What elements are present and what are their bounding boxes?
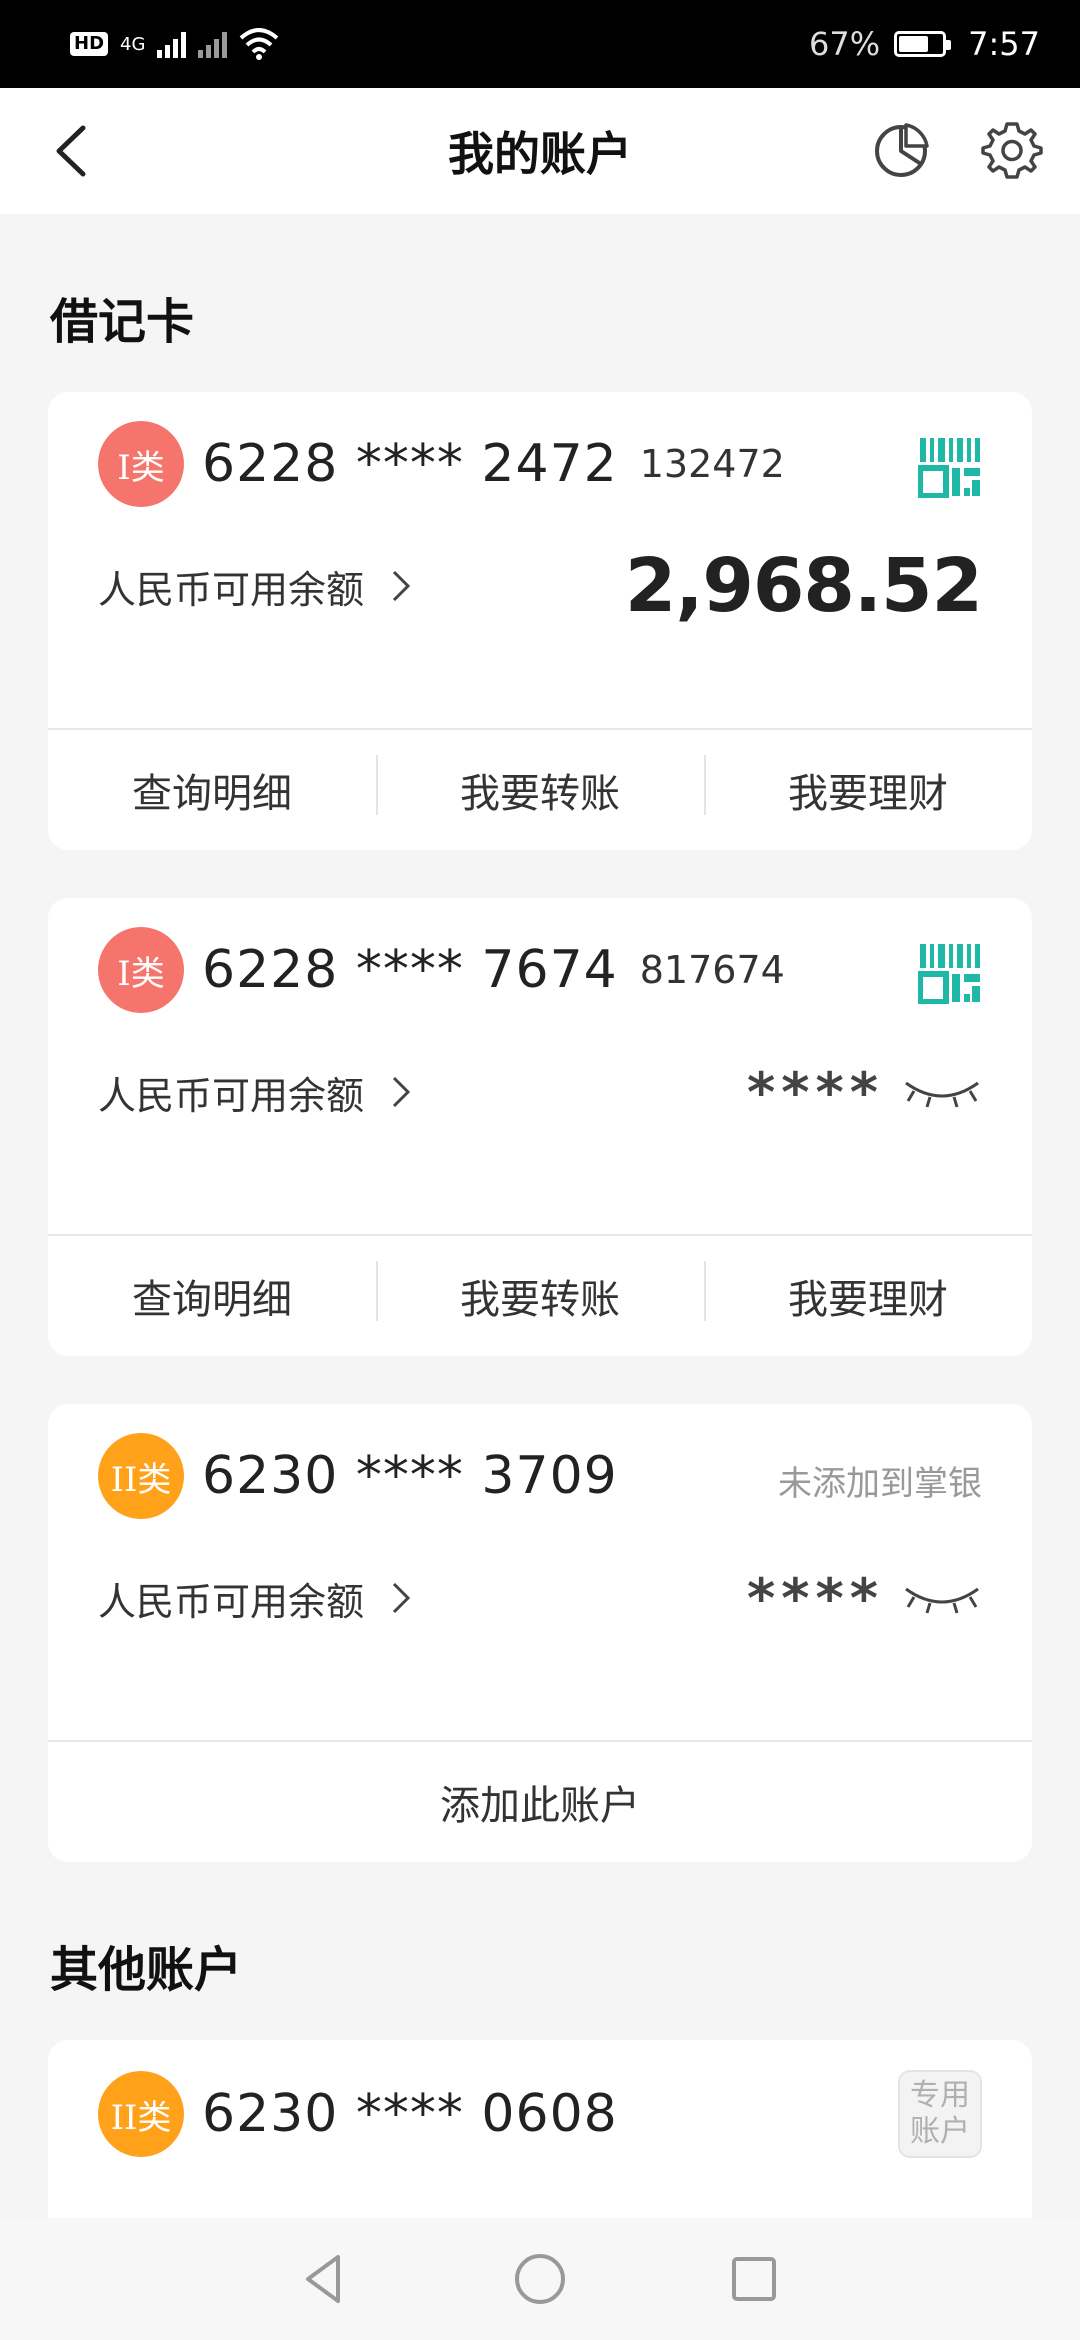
app-header: 我的账户 <box>0 88 1080 214</box>
chevron-right-icon <box>392 1076 411 1108</box>
balance-amount: 2,968.52 <box>624 543 983 629</box>
balance-label-link[interactable]: 人民币可用余额 <box>98 1571 416 1626</box>
recent-apps-square-icon[interactable] <box>722 2247 786 2311</box>
balance-label: 人民币可用余额 <box>98 1579 365 1624</box>
system-nav-bar <box>0 2218 1080 2340</box>
card-actions: 查询明细 我要转账 我要理财 <box>48 730 1032 850</box>
eye-closed-icon[interactable] <box>902 1581 982 1615</box>
signal-icon <box>157 30 187 58</box>
not-added-status: 未添加到掌银 <box>778 1464 982 1504</box>
card-number-suffix: 817674 <box>639 948 785 992</box>
clock: 7:57 <box>968 25 1040 63</box>
add-account-button[interactable]: 添加此账户 <box>48 1742 1032 1862</box>
back-button[interactable] <box>40 118 100 184</box>
tag-line: 账户 <box>910 2114 970 2149</box>
class-badge: II类 <box>98 1433 184 1519</box>
balance-label-link[interactable]: 人民币可用余额 <box>98 559 416 614</box>
home-circle-icon[interactable] <box>508 2247 572 2311</box>
wealth-management-button[interactable]: 我要理财 <box>704 1261 1032 1325</box>
card-number: 6228 **** 7674 <box>202 940 618 1000</box>
battery-percent: 67% <box>809 25 881 63</box>
class-badge: I类 <box>98 927 184 1013</box>
class-badge: I类 <box>98 421 184 507</box>
masked-balance: **** <box>747 1060 884 1124</box>
query-details-button[interactable]: 查询明细 <box>48 761 376 819</box>
battery-icon <box>894 31 952 57</box>
section-title-other: 其他账户 <box>50 1942 243 1998</box>
account-card[interactable]: I类 6228 **** 7674 817674 人民币可用余额 **** 查询… <box>48 898 1032 1356</box>
chevron-right-icon <box>392 1582 411 1614</box>
qr-code-icon[interactable] <box>918 436 982 498</box>
transfer-button[interactable]: 我要转账 <box>376 1261 704 1325</box>
section-title-debit: 借记卡 <box>50 294 195 350</box>
account-card[interactable]: II类 6230 **** 3709 未添加到掌银 人民币可用余额 **** 添… <box>48 1404 1032 1862</box>
card-number: 6230 **** 0608 <box>202 2084 618 2144</box>
class-badge: II类 <box>98 2071 184 2157</box>
transfer-button[interactable]: 我要转账 <box>376 755 704 819</box>
balance-label-link[interactable]: 人民币可用余额 <box>98 1065 416 1120</box>
status-bar: HD 4G 67% 7:57 <box>0 0 1080 88</box>
card-number-suffix: 132472 <box>639 442 785 486</box>
network-type: 4G <box>120 33 146 55</box>
hd-indicator: HD <box>70 32 109 56</box>
chevron-right-icon <box>392 570 411 602</box>
eye-closed-icon[interactable] <box>902 1075 982 1109</box>
page-title: 我的账户 <box>448 127 632 181</box>
card-number: 6230 **** 3709 <box>202 1446 618 1506</box>
masked-balance: **** <box>747 1566 884 1630</box>
account-card[interactable]: I类 6228 **** 2472 132472 人民币可用余额 2,968.5… <box>48 392 1032 850</box>
wealth-management-button[interactable]: 我要理财 <box>704 755 1032 819</box>
card-number: 6228 **** 2472 <box>202 434 618 494</box>
balance-label: 人民币可用余额 <box>98 1073 365 1118</box>
tag-line: 专用 <box>910 2078 970 2113</box>
special-account-tag: 专用 账户 <box>898 2070 982 2158</box>
balance-label: 人民币可用余额 <box>98 567 365 612</box>
card-actions: 查询明细 我要转账 我要理财 <box>48 1236 1032 1356</box>
signal-icon-secondary <box>198 30 228 58</box>
query-details-button[interactable]: 查询明细 <box>48 1267 376 1325</box>
wifi-icon <box>240 28 279 60</box>
back-triangle-icon[interactable] <box>294 2247 358 2311</box>
pie-chart-icon[interactable] <box>872 122 930 180</box>
gear-icon[interactable] <box>980 118 1044 182</box>
qr-code-icon[interactable] <box>918 942 982 1004</box>
chevron-left-icon <box>56 125 86 177</box>
